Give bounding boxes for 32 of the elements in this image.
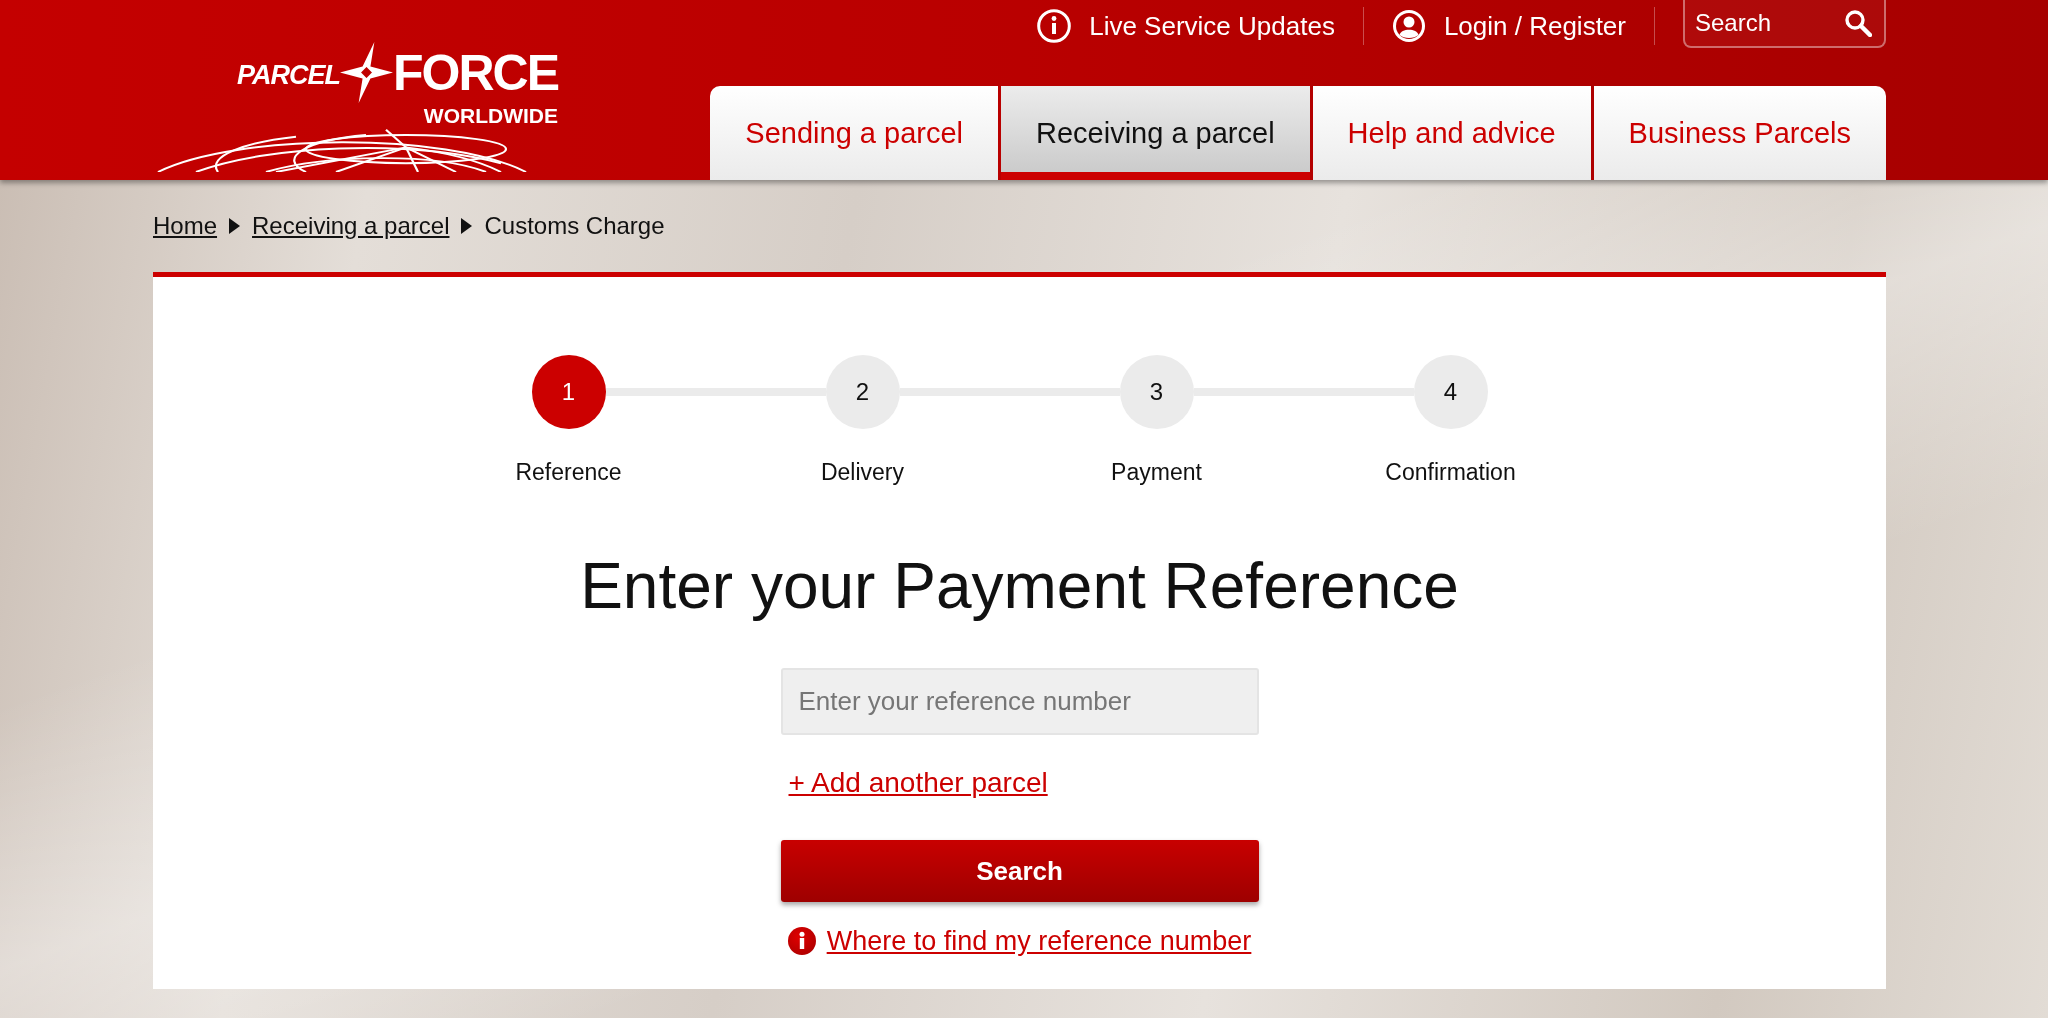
step-number: 3	[1119, 355, 1194, 429]
breadcrumb-link[interactable]: Receiving a parcel	[252, 212, 450, 240]
step-label: Reference	[515, 459, 622, 485]
search-icon[interactable]	[1844, 9, 1872, 37]
nav-tab[interactable]: Business Parcels	[1593, 86, 1886, 180]
nav-tab[interactable]: Sending a parcel	[710, 86, 998, 180]
search-button[interactable]: Search	[780, 840, 1259, 902]
step-number: 2	[825, 355, 900, 429]
step-number: 1	[531, 355, 606, 429]
star-icon	[340, 42, 393, 103]
caret-icon	[229, 218, 241, 234]
page-heading: Enter your Payment Reference	[580, 549, 1459, 623]
add-parcel-link[interactable]: + Add another parcel	[788, 766, 1048, 800]
step-label: Delivery	[820, 459, 905, 485]
reference-input[interactable]: Enter your reference number	[780, 668, 1259, 735]
step-label: Confirmation	[1385, 459, 1516, 485]
nav-tab[interactable]: Receiving a parcel	[1001, 86, 1310, 180]
step-number: 4	[1413, 355, 1488, 429]
step-label: Payment	[1111, 459, 1202, 485]
user-icon	[1391, 9, 1426, 43]
caret-icon	[461, 218, 473, 234]
breadcrumb-current: Customs Charge	[484, 212, 665, 240]
header-link[interactable]: Live Service Updates	[1037, 9, 1335, 43]
logo-text: FORCE	[393, 47, 558, 98]
logo-text: PARCEL	[237, 62, 340, 89]
header-link[interactable]: Login / Register	[1391, 9, 1626, 43]
help-link[interactable]: Where to find my reference number	[826, 925, 1252, 957]
info-icon	[787, 927, 816, 955]
logo-tagline: WORLDWIDE	[423, 105, 558, 126]
breadcrumb-link[interactable]: Home	[153, 212, 218, 240]
info-icon	[1037, 9, 1072, 43]
nav-tab[interactable]: Help and advice	[1312, 86, 1591, 180]
